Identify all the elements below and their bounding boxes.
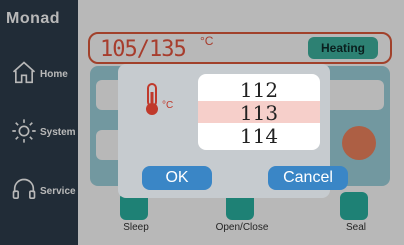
ok-button[interactable]: OK: [142, 166, 212, 190]
picker-value-prev[interactable]: 112: [198, 78, 320, 102]
picker-value-selected[interactable]: 113: [198, 101, 320, 125]
modal-overlay: °C 112 113 114 OK Cancel: [0, 0, 404, 245]
cancel-button[interactable]: Cancel: [268, 166, 348, 190]
temperature-picker-dialog: °C 112 113 114 OK Cancel: [118, 64, 348, 198]
dialog-unit: °C: [162, 100, 174, 111]
temperature-picker[interactable]: 112 113 114: [198, 74, 320, 150]
thermometer-group: °C: [136, 82, 180, 130]
picker-value-next[interactable]: 114: [198, 124, 320, 148]
thermometer-icon: [146, 83, 158, 115]
